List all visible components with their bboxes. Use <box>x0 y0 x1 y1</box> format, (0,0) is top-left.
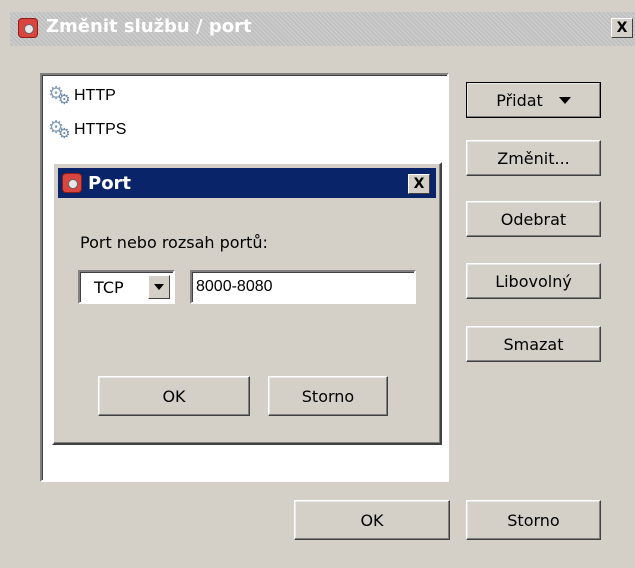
port-input-value: 8000-8080 <box>196 278 273 295</box>
port-input[interactable]: 8000-8080 <box>190 270 416 304</box>
protocol-value: TCP <box>94 278 124 297</box>
any-button[interactable]: Libovolný <box>466 263 601 299</box>
protocol-dropdown-button[interactable] <box>148 275 170 299</box>
edit-button[interactable]: Změnit... <box>466 140 601 176</box>
main-close-button[interactable]: X <box>611 18 633 38</box>
gears-icon <box>48 117 72 142</box>
app-icon <box>18 18 38 38</box>
main-titlebar[interactable]: Změnit službu / port <box>10 12 635 46</box>
protocol-select[interactable]: TCP <box>78 270 175 304</box>
main-ok-button[interactable]: OK <box>294 500 450 540</box>
port-ok-button[interactable]: OK <box>98 376 250 416</box>
clear-button[interactable]: Smazat <box>466 326 601 362</box>
port-dialog-close-button[interactable]: X <box>408 174 430 194</box>
chevron-down-icon <box>558 96 571 104</box>
app-icon <box>62 173 82 193</box>
list-item-https[interactable]: HTTPS <box>48 117 127 142</box>
main-cancel-button[interactable]: Storno <box>466 500 601 540</box>
list-item-http[interactable]: HTTP <box>48 83 116 108</box>
port-range-label: Port nebo rozsah portů: <box>80 233 268 252</box>
port-dialog: Port X Port nebo rozsah portů: TCP 8000-… <box>52 162 442 445</box>
port-dialog-title: Port <box>88 173 132 194</box>
list-item-label: HTTPS <box>74 121 127 138</box>
gears-icon <box>48 83 72 108</box>
port-dialog-titlebar[interactable]: Port <box>58 168 436 198</box>
add-dropdown-button[interactable]: Přidat <box>466 82 601 118</box>
chevron-down-icon <box>154 284 164 290</box>
port-cancel-button[interactable]: Storno <box>268 376 388 416</box>
remove-button[interactable]: Odebrat <box>466 201 601 237</box>
main-window-title: Změnit službu / port <box>46 16 252 37</box>
list-item-label: HTTP <box>74 87 116 104</box>
add-button-label: Přidat <box>496 90 543 110</box>
main-window: Změnit službu / port X HTTP HTTPS Přidat… <box>0 0 635 568</box>
